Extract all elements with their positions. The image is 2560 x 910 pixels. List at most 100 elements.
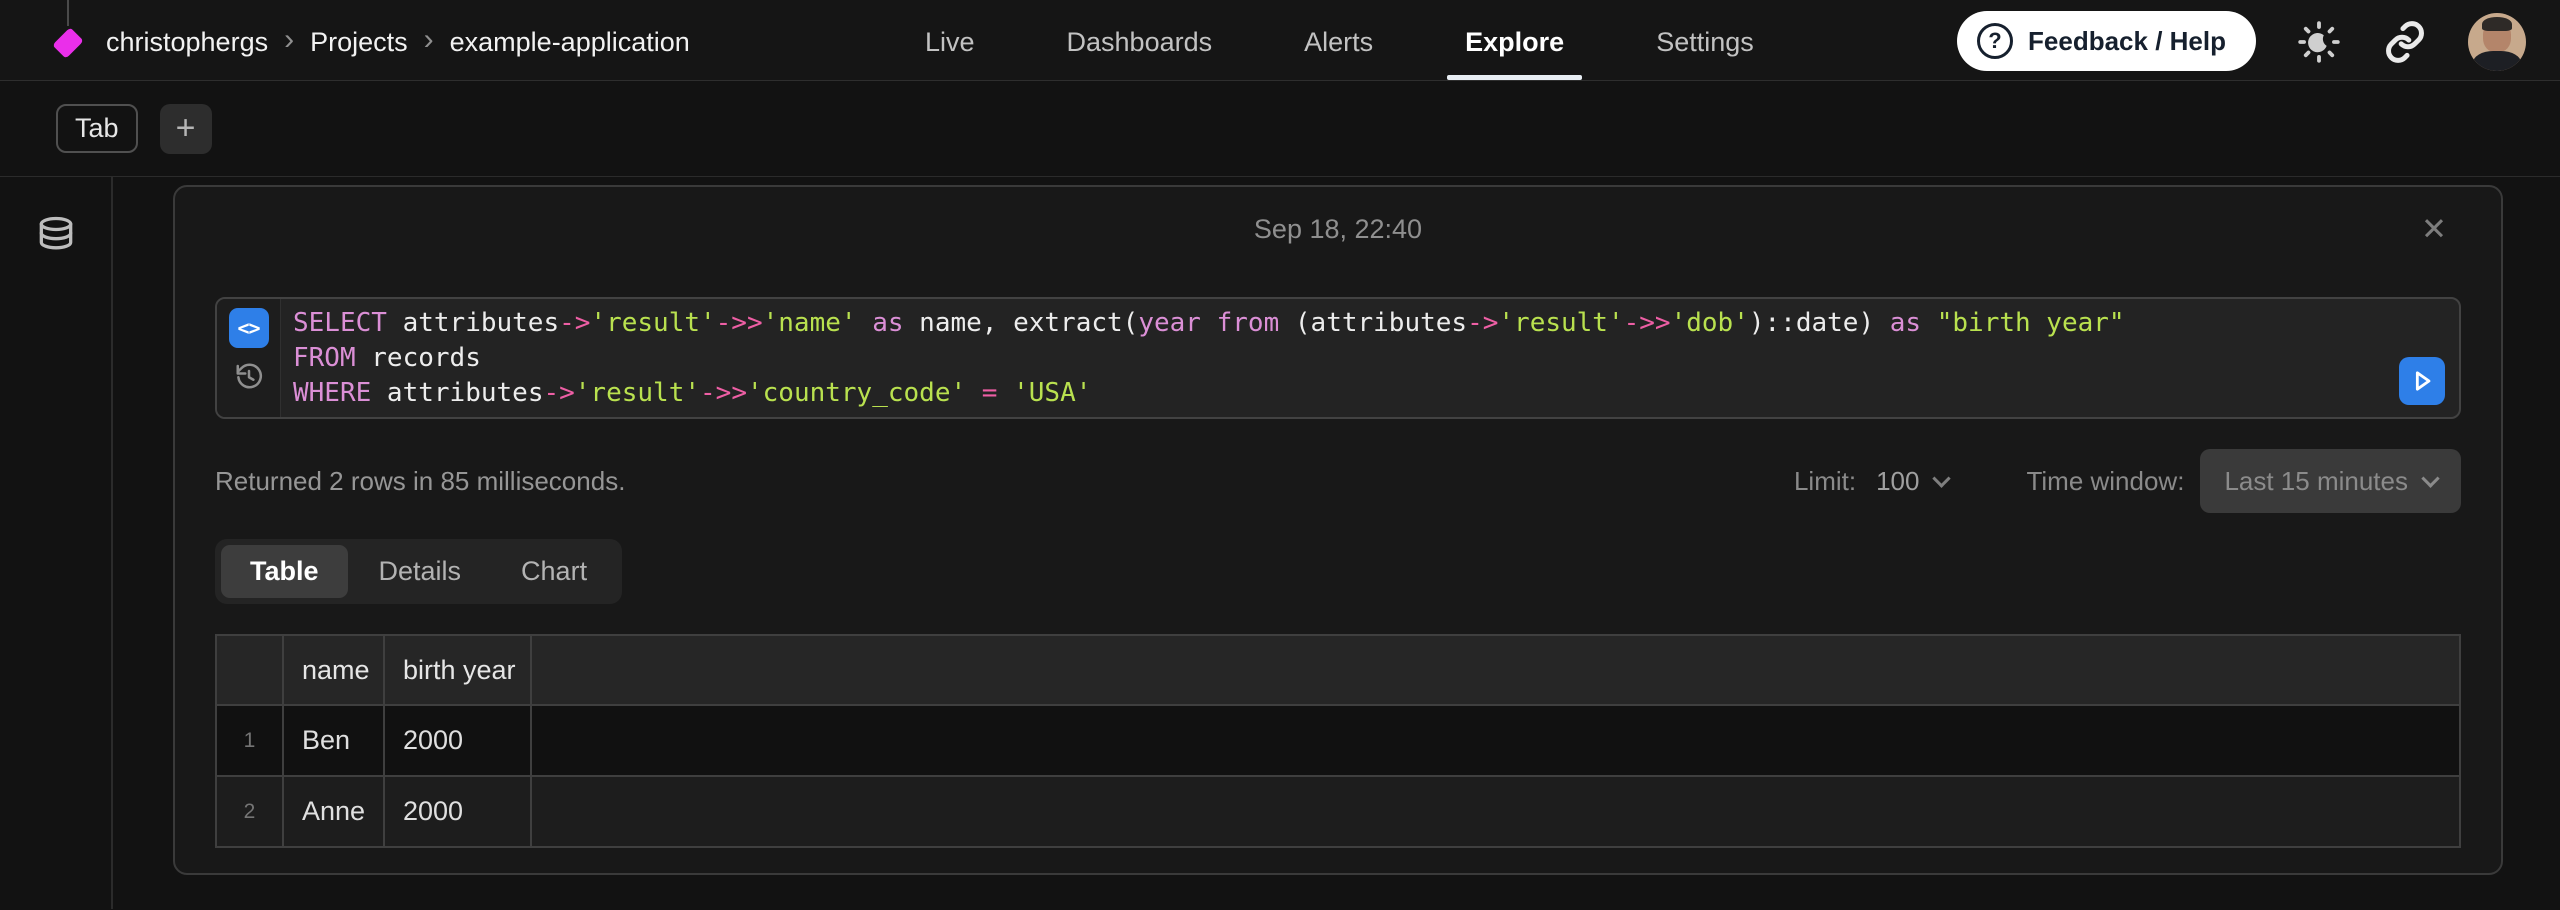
sql-token: attributes — [387, 308, 559, 338]
column-header-birth-year: birth year — [384, 635, 531, 705]
history-clock-icon — [234, 361, 264, 391]
code-mode-button[interactable]: <> — [229, 308, 269, 348]
row-number: 1 — [216, 705, 283, 776]
sql-token — [1201, 308, 1217, 338]
sql-token: year — [1138, 308, 1201, 338]
time-window-dropdown[interactable]: Last 15 minutes — [2200, 449, 2461, 513]
database-nav-button[interactable] — [34, 213, 78, 257]
sql-token: (attributes — [1279, 308, 1467, 338]
result-controls: Limit: 100 Time window: Last 15 minutes — [1794, 449, 2461, 513]
breadcrumb-item-christophergs[interactable]: christophergs — [106, 27, 268, 58]
avatar-face — [2483, 20, 2511, 52]
column-header-empty — [216, 635, 283, 705]
nav-item-dashboards[interactable]: Dashboards — [1067, 0, 1213, 80]
body-area: Sep 18, 22:40 ✕ <> SELEC — [0, 177, 2560, 909]
avatar-torso — [2473, 51, 2521, 71]
sql-token: 'name' — [763, 308, 857, 338]
sql-token: as — [872, 308, 903, 338]
link-icon — [2382, 19, 2428, 65]
sql-token — [857, 308, 873, 338]
nav-item-live[interactable]: Live — [925, 0, 975, 80]
result-view-tabs: TableDetailsChart — [215, 539, 622, 604]
nav-item-settings[interactable]: Settings — [1656, 0, 1754, 80]
query-status-text: Returned 2 rows in 85 milliseconds. — [215, 466, 625, 497]
sql-token: 'result' — [1498, 308, 1623, 338]
status-row: Returned 2 rows in 85 milliseconds. Limi… — [215, 449, 2461, 513]
view-tab-chart[interactable]: Chart — [492, 545, 616, 598]
database-icon — [34, 213, 78, 257]
time-window-label: Time window: — [2026, 466, 2184, 497]
breadcrumb-item-Projects[interactable]: Projects — [310, 27, 408, 58]
sql-token: -> — [1467, 308, 1498, 338]
nav-item-explore[interactable]: Explore — [1465, 0, 1564, 80]
table-cell: Anne — [283, 776, 384, 847]
main-panel: Sep 18, 22:40 ✕ <> SELEC — [113, 177, 2560, 909]
breadcrumb-separator-icon: › — [424, 25, 434, 55]
brand-logo-icon[interactable] — [52, 27, 83, 58]
left-sidebar — [0, 177, 113, 909]
sql-query-text[interactable]: SELECT attributes->'result'->>'name' as … — [281, 299, 2459, 417]
limit-value: 100 — [1876, 466, 1919, 497]
sql-token — [997, 378, 1013, 408]
sql-token: SELECT — [293, 308, 387, 338]
sql-line-2: FROM records — [293, 341, 2459, 376]
nav-item-alerts[interactable]: Alerts — [1304, 0, 1373, 80]
top-right-cluster: ? Feedback / Help — [1957, 0, 2526, 80]
tab-strip: Tab + — [0, 81, 2560, 177]
sql-token: FROM — [293, 343, 356, 373]
top-bar: christophergs › Projects › example-applicati… — [0, 0, 2560, 81]
sql-token — [966, 378, 982, 408]
table-row: 2Anne2000 — [216, 776, 2460, 847]
sun-moon-icon — [2296, 19, 2342, 65]
chevron-down-icon — [2421, 469, 2439, 487]
sql-token: = — [982, 378, 998, 408]
code-brackets-icon: <> — [237, 316, 259, 340]
feedback-help-label: Feedback / Help — [2028, 26, 2226, 57]
results-table: namebirth year 1Ben20002Anne2000 — [215, 634, 2461, 848]
breadcrumb-separator-icon: › — [284, 25, 294, 55]
sql-token: name, extract( — [904, 308, 1139, 338]
editor-gutter: <> — [217, 299, 281, 417]
sql-token: 'country_code' — [747, 378, 966, 408]
query-session-card: Sep 18, 22:40 ✕ <> SELEC — [173, 185, 2503, 875]
sql-token — [1921, 308, 1937, 338]
table-cell: Ben — [283, 705, 384, 776]
sql-token: ->> — [1624, 308, 1671, 338]
query-history-button[interactable] — [234, 361, 264, 391]
sql-line-3: WHERE attributes->'result'->>'country_co… — [293, 376, 2459, 411]
column-header-name: name — [283, 635, 384, 705]
sql-token: )::date) — [1749, 308, 1890, 338]
breadcrumb-item-example-application[interactable]: example-application — [450, 27, 690, 58]
play-icon — [2408, 367, 2436, 395]
view-tab-table[interactable]: Table — [221, 545, 348, 598]
session-timestamp: Sep 18, 22:40 — [1254, 214, 1422, 245]
feedback-help-button[interactable]: ? Feedback / Help — [1957, 11, 2256, 71]
chevron-down-icon — [1933, 469, 1951, 487]
sql-token: as — [1890, 308, 1921, 338]
theme-toggle-button[interactable] — [2296, 19, 2342, 65]
add-tab-button[interactable]: + — [160, 104, 212, 154]
row-number: 2 — [216, 776, 283, 847]
plus-icon: + — [176, 109, 196, 148]
limit-dropdown[interactable]: 100 — [1876, 466, 1948, 497]
table-cell: 2000 — [384, 705, 531, 776]
sql-line-1: SELECT attributes->'result'->>'name' as … — [293, 306, 2459, 341]
table-cell — [531, 776, 2460, 847]
share-link-button[interactable] — [2382, 19, 2428, 65]
sql-token: 'result' — [590, 308, 715, 338]
limit-label: Limit: — [1794, 466, 1856, 497]
breadcrumb: christophergs › Projects › example-applicati… — [106, 27, 690, 58]
sql-token: from — [1217, 308, 1280, 338]
sql-token: 'USA' — [1013, 378, 1091, 408]
sql-token: ->> — [716, 308, 763, 338]
query-tab[interactable]: Tab — [56, 104, 138, 153]
run-query-button[interactable] — [2399, 357, 2445, 405]
sql-token: 'result' — [575, 378, 700, 408]
sql-token: 'dob' — [1671, 308, 1749, 338]
sql-token: records — [356, 343, 481, 373]
view-tab-details[interactable]: Details — [350, 545, 491, 598]
table-cell: 2000 — [384, 776, 531, 847]
close-icon[interactable]: ✕ — [2421, 214, 2447, 245]
user-avatar[interactable] — [2468, 13, 2526, 71]
results-table-head: namebirth year — [216, 635, 2460, 705]
